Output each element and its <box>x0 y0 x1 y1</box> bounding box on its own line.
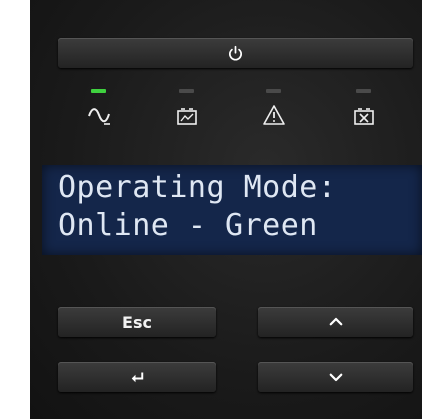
battery-mode-icon <box>177 108 197 125</box>
replace-battery-led <box>356 89 371 93</box>
ups-control-panel: Operating Mode: Online - Green Esc <box>30 0 422 419</box>
lcd-display: Operating Mode: Online - Green <box>42 165 422 255</box>
power-button[interactable] <box>58 38 413 68</box>
replace-battery-indicator <box>349 100 379 130</box>
battery-indicator <box>172 100 202 130</box>
alarm-led <box>266 89 281 93</box>
battery-fault-icon <box>354 108 374 125</box>
chevron-down-icon <box>329 373 342 382</box>
online-indicator <box>84 100 114 130</box>
enter-arrow-icon <box>131 372 144 383</box>
alarm-indicator <box>259 100 289 130</box>
down-button[interactable] <box>258 362 413 392</box>
warning-icon <box>263 105 285 125</box>
enter-button[interactable] <box>58 362 216 392</box>
chevron-up-icon <box>329 317 342 326</box>
battery-led <box>179 89 194 93</box>
sine-wave-icon <box>88 108 110 125</box>
esc-button[interactable]: Esc <box>58 307 216 337</box>
lcd-line-2: Online - Green <box>58 208 318 243</box>
lcd-line-1: Operating Mode: <box>58 170 337 205</box>
power-icon <box>229 45 242 60</box>
online-led <box>91 89 106 93</box>
up-button[interactable] <box>258 307 413 337</box>
